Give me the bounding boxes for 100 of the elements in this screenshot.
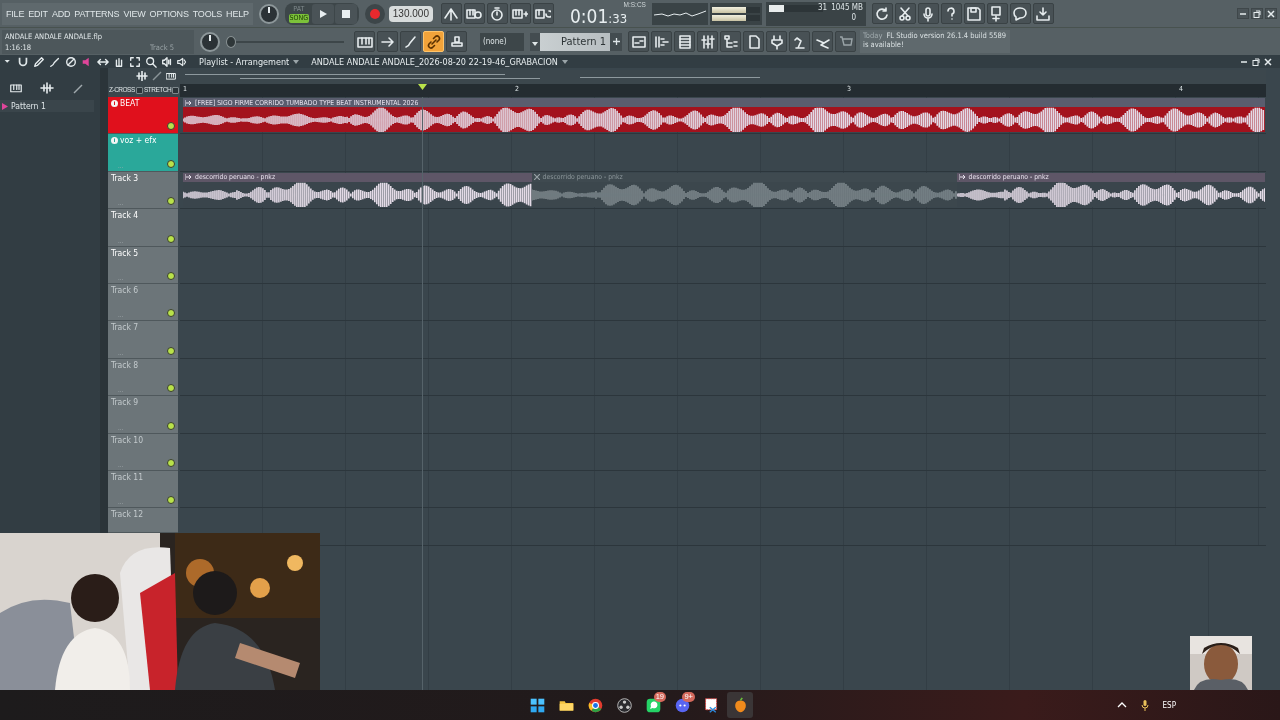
download-button[interactable] <box>1032 3 1054 24</box>
add-pattern-button[interactable] <box>610 32 622 51</box>
play-icon <box>317 8 328 19</box>
track-header[interactable]: Track 12 <box>108 508 178 534</box>
menu-item[interactable]: OPTIONS <box>149 8 189 19</box>
track-lane[interactable] <box>180 396 1266 434</box>
track-lane[interactable] <box>180 470 1266 509</box>
selection-icon <box>129 55 141 68</box>
preset-dropdown[interactable]: (none) <box>480 32 524 51</box>
track-lane[interactable] <box>180 433 1266 471</box>
pattern-selector[interactable]: Pattern 1 <box>540 32 610 51</box>
speaker-icon <box>177 55 187 68</box>
track-lane[interactable] <box>180 134 1266 172</box>
track-enable-switch[interactable] <box>167 346 175 355</box>
magnet-icon <box>17 55 29 68</box>
track-enable-switch[interactable] <box>167 496 175 505</box>
playlist-window-icon <box>630 33 647 50</box>
windows-logo-icon <box>528 696 546 714</box>
close-button[interactable] <box>1265 8 1277 19</box>
toolbar-toggle[interactable] <box>377 31 398 52</box>
track-enable-switch[interactable] <box>167 122 175 131</box>
chevron-up-icon <box>1116 702 1127 708</box>
menu-item[interactable]: HELP <box>226 8 249 19</box>
toolbar-toggle[interactable] <box>400 31 421 52</box>
document-button[interactable] <box>743 31 764 52</box>
piano-keys-icon <box>166 71 176 81</box>
pitch-slider[interactable] <box>226 35 344 48</box>
plus-icon <box>612 38 620 45</box>
knob[interactable] <box>200 31 220 52</box>
mixer-icon <box>699 33 716 50</box>
option-checkbox[interactable] <box>172 86 180 94</box>
restore-icon <box>1252 57 1260 66</box>
brush-icon <box>402 33 419 50</box>
restore-button[interactable] <box>1251 8 1263 19</box>
selected-marker-icon <box>2 102 8 110</box>
track-enable-switch[interactable] <box>167 197 175 206</box>
track-header[interactable]: BEAT <box>108 97 178 135</box>
stop-button[interactable] <box>334 3 357 24</box>
track-lane[interactable] <box>180 209 1266 247</box>
menu-item[interactable]: TOOLS <box>192 8 223 19</box>
plug-button[interactable] <box>766 31 787 52</box>
track-enable-switch[interactable] <box>167 234 175 243</box>
play-button[interactable] <box>311 3 334 24</box>
voice-chat-icon <box>673 696 691 714</box>
pattern-menu-button[interactable] <box>530 32 540 51</box>
menu-item[interactable]: VIEW <box>123 8 146 19</box>
clip-arrow-icon <box>958 174 966 181</box>
chat-bubble-button[interactable] <box>1009 3 1031 24</box>
menu-item[interactable]: ADD <box>51 8 71 19</box>
clip-arrow-icon <box>185 99 192 106</box>
track-name: Track 8 <box>111 359 139 370</box>
tempo-field[interactable]: 130.000 <box>388 5 433 22</box>
refresh-button[interactable] <box>871 3 893 24</box>
playlist-window-button[interactable] <box>628 31 649 52</box>
toolbar-toggle[interactable] <box>354 31 375 52</box>
track-lane[interactable] <box>180 283 1266 322</box>
keyboard-language[interactable]: ESP <box>1162 700 1176 710</box>
track-name: BEAT <box>120 98 140 108</box>
save-button[interactable] <box>963 3 985 24</box>
option-checkbox[interactable] <box>135 86 143 94</box>
toolbar-toggle[interactable] <box>463 3 485 24</box>
track-enable-switch[interactable] <box>167 159 175 168</box>
shopping-cart-button[interactable] <box>835 31 856 52</box>
folder-tree-button[interactable] <box>720 31 741 52</box>
toolbar-toggle[interactable] <box>486 3 508 24</box>
caret-icon <box>561 59 568 64</box>
help-button[interactable] <box>940 3 962 24</box>
track-lane[interactable] <box>180 321 1266 359</box>
microphone-button[interactable] <box>917 3 939 24</box>
mixer-button[interactable] <box>697 31 718 52</box>
track-enable-switch[interactable] <box>167 309 175 318</box>
cable-icon <box>152 71 162 81</box>
scissors-button[interactable] <box>894 3 916 24</box>
toolbar-toggle[interactable] <box>446 31 467 52</box>
track-name: Track 7 <box>111 322 139 333</box>
menu-item[interactable]: PATTERNS <box>74 8 120 19</box>
toolbar-toggle[interactable] <box>440 3 462 24</box>
track-name: Track 9 <box>111 397 139 408</box>
track-enable-switch[interactable] <box>167 421 175 430</box>
channel-rack-button[interactable] <box>674 31 695 52</box>
knob[interactable] <box>258 3 279 24</box>
menu-item[interactable]: EDIT <box>28 8 48 19</box>
cable-icon <box>72 82 84 94</box>
muted-x-icon <box>533 174 540 181</box>
menu-item[interactable]: FILE <box>6 8 25 19</box>
toolbar-toggle[interactable] <box>532 3 554 24</box>
save-icon <box>966 5 983 22</box>
track-enable-switch[interactable] <box>167 458 175 467</box>
track-name: voz + efx <box>120 135 157 146</box>
pattern-item[interactable]: Pattern 1 <box>0 100 94 112</box>
prohibited-icon <box>65 55 77 68</box>
piano-roll-button[interactable] <box>651 31 672 52</box>
track-enable-switch[interactable] <box>167 271 175 280</box>
track-lane[interactable] <box>180 246 1266 284</box>
save-as-button[interactable] <box>986 3 1008 24</box>
track-lane[interactable] <box>180 358 1266 397</box>
minimize-button[interactable] <box>1237 8 1249 19</box>
track-enable-switch[interactable] <box>167 384 175 393</box>
toolbar-toggle[interactable] <box>509 3 531 24</box>
speaker-wave-icon <box>161 55 173 68</box>
